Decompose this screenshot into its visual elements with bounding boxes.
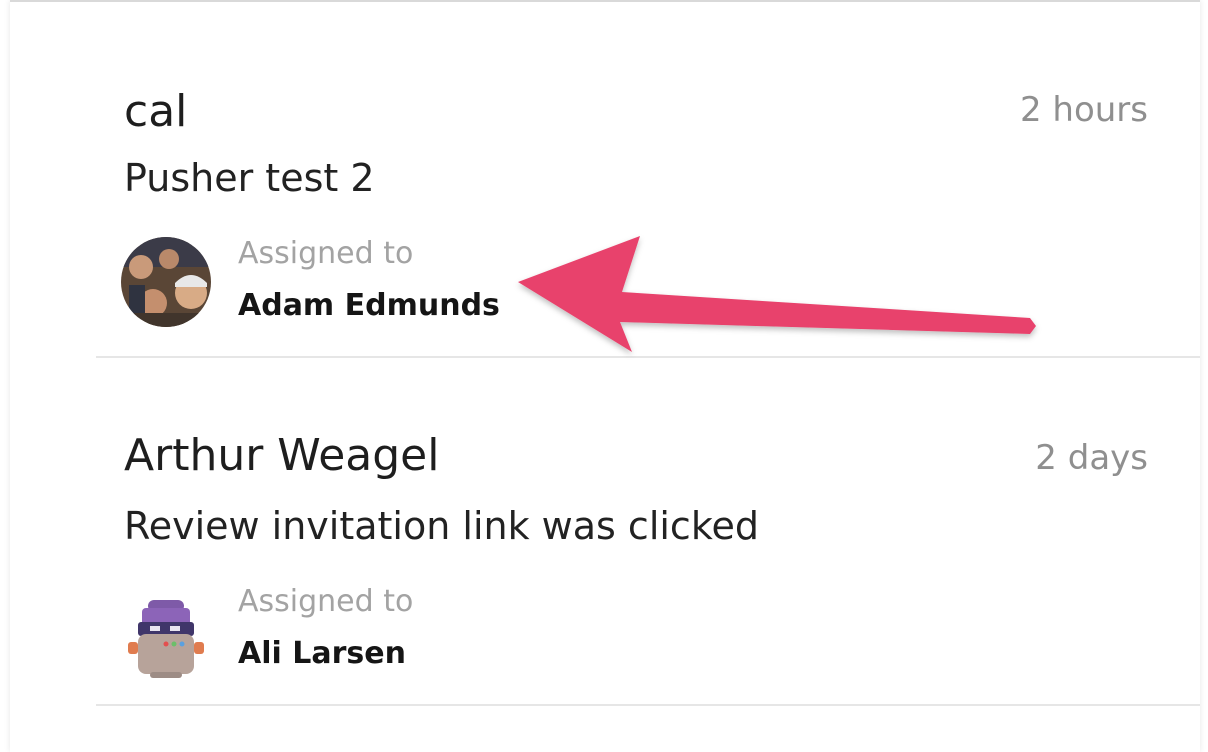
assigned-to-label: Assigned to bbox=[238, 236, 414, 271]
assignee-name[interactable]: Ali Larsen bbox=[238, 636, 406, 671]
conversation-subject: Review invitation link was clicked bbox=[124, 504, 759, 548]
conversation-contact-name: Arthur Weagel bbox=[124, 430, 440, 481]
conversation-list: cal 2 hours Pusher test 2 Assigned to Ad… bbox=[10, 0, 1200, 752]
conversation-subject: Pusher test 2 bbox=[124, 156, 375, 200]
assigned-to-label: Assigned to bbox=[238, 584, 414, 619]
conversation-contact-name: cal bbox=[124, 86, 188, 137]
group-photo-avatar-icon bbox=[121, 237, 211, 327]
conversation-time: 2 hours bbox=[1019, 90, 1148, 130]
conversation-item[interactable]: Arthur Weagel 2 days Review invitation l… bbox=[96, 358, 1200, 706]
list-divider bbox=[96, 704, 1200, 706]
robot-avatar-icon bbox=[124, 596, 208, 680]
assignee-name[interactable]: Adam Edmunds bbox=[238, 288, 500, 323]
conversation-time: 2 days bbox=[1035, 438, 1148, 478]
conversation-item[interactable]: cal 2 hours Pusher test 2 Assigned to Ad… bbox=[96, 2, 1200, 358]
